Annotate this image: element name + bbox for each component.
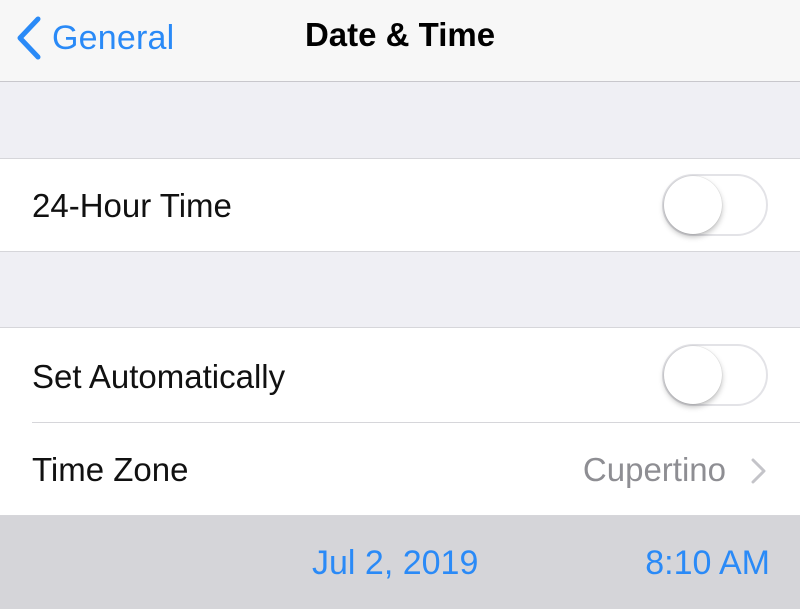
- navigation-bar: General Date & Time: [0, 0, 800, 82]
- set-automatically-label: Set Automatically: [32, 358, 286, 395]
- page-title: Date & Time: [304, 16, 496, 53]
- settings-group-automatic: Set Automatically Time Zone Cupertino: [0, 327, 800, 516]
- set-automatically-toggle[interactable]: [662, 344, 768, 406]
- 24-hour-time-label: 24-Hour Time: [32, 187, 232, 224]
- time-zone-value: Cupertino: [582, 451, 726, 488]
- time-zone-label: Time Zone: [32, 451, 189, 488]
- toggle-knob: [664, 346, 722, 404]
- 24-hour-time-toggle[interactable]: [662, 174, 768, 236]
- section-spacer: [0, 82, 800, 158]
- toggle-knob: [664, 176, 722, 234]
- time-zone-row[interactable]: Time Zone Cupertino: [0, 423, 800, 517]
- chevron-right-icon: [751, 458, 766, 484]
- setting-row-24-hour-time: 24-Hour Time: [0, 158, 800, 252]
- date-time-picker-bar: Jul 2, 2019 8:10 AM: [0, 516, 800, 609]
- time-value[interactable]: 8:10 AM: [645, 544, 770, 583]
- date-value[interactable]: Jul 2, 2019: [312, 544, 478, 583]
